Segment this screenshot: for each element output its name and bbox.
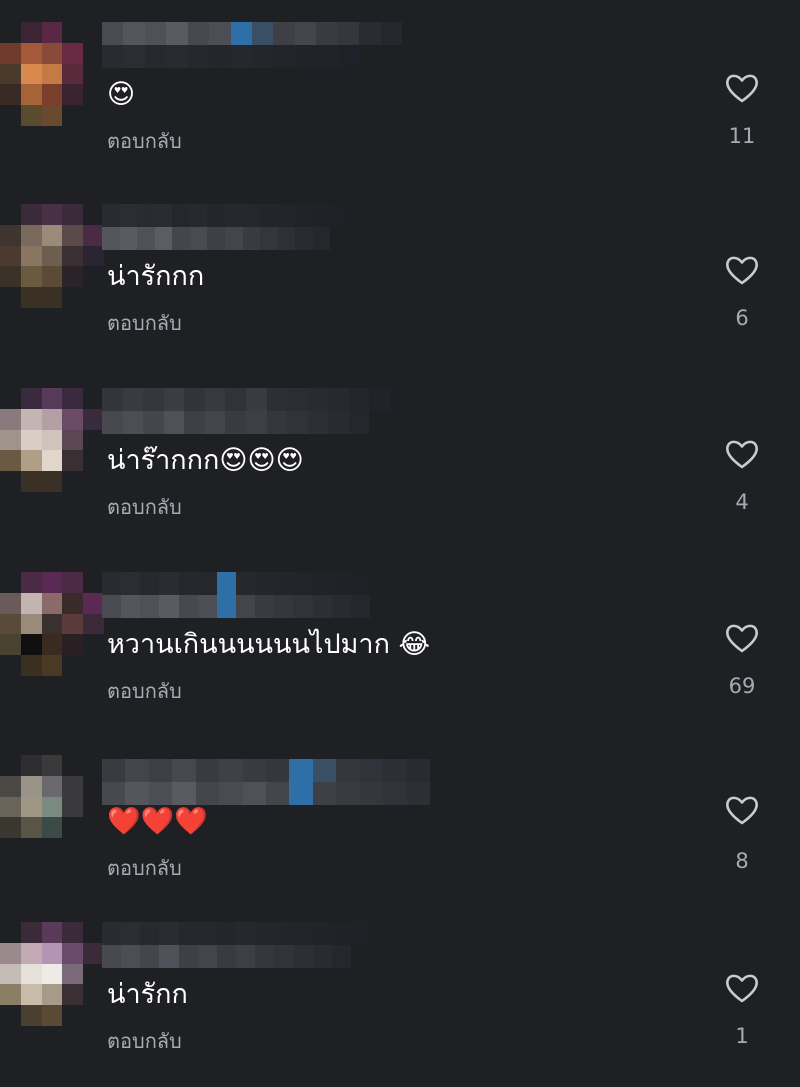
reply-button[interactable]: ตอบกลับ [107,854,182,882]
reply-button[interactable]: ตอบกลับ [107,1027,182,1055]
avatar[interactable] [0,755,104,859]
comment-text: ❤️❤️❤️ [107,806,208,837]
username-blurred[interactable] [102,204,348,250]
comment-item: น่ารักก ตอบกลับ 1 [0,922,800,1087]
like-button[interactable] [721,250,763,290]
like-button[interactable] [721,434,763,474]
avatar[interactable] [0,388,104,492]
avatar[interactable] [0,572,104,676]
heart-outline-icon [726,256,758,285]
like-button[interactable] [721,618,763,658]
like-count: 8 [735,849,749,873]
heart-outline-icon [726,624,758,653]
like-count: 1 [735,1024,749,1048]
username-blurred[interactable] [102,388,390,434]
comment-text: น่ารักก [107,979,188,1010]
reply-button[interactable]: ตอบกลับ [107,127,182,155]
username-blurred[interactable] [102,759,430,805]
like-button[interactable] [721,790,763,830]
like-count: 6 [735,306,749,330]
comment-item: หวานเกินนนนนนไปมาก 😂 ตอบกลับ 69 [0,572,800,754]
heart-outline-icon [726,796,758,825]
like-count: 4 [735,490,749,514]
comment-item: 😍 ตอบกลับ 11 [0,22,800,204]
avatar[interactable] [0,922,104,1026]
comment-item: น่าร๊ากกก😍😍😍 ตอบกลับ 4 [0,388,800,570]
comment-item: ❤️❤️❤️ ตอบกลับ 8 [0,737,800,919]
heart-outline-icon [726,974,758,1003]
username-blurred[interactable] [102,22,402,68]
reply-button[interactable]: ตอบกลับ [107,309,182,337]
heart-outline-icon [726,74,758,103]
reply-button[interactable]: ตอบกลับ [107,677,182,705]
like-count: 69 [728,674,756,698]
avatar[interactable] [0,22,104,126]
reply-button[interactable]: ตอบกลับ [107,493,182,521]
like-button[interactable] [721,968,763,1008]
avatar[interactable] [0,204,104,308]
comment-text: น่ารักกก [107,261,205,292]
comment-text: หวานเกินนนนนนไปมาก 😂 [107,629,431,660]
comment-item: น่ารักกก ตอบกลับ 6 [0,204,800,386]
username-blurred[interactable] [102,922,370,968]
like-count: 11 [728,124,756,148]
comment-text: น่าร๊ากกก😍😍😍 [107,445,304,476]
comment-list: 😍 ตอบกลับ 11 น่ารักกก ตอบกลับ 6 น่าร๊ากก… [0,0,800,1087]
like-button[interactable] [721,68,763,108]
comment-text: 😍 [107,79,136,110]
username-blurred[interactable] [102,572,370,618]
heart-outline-icon [726,440,758,469]
